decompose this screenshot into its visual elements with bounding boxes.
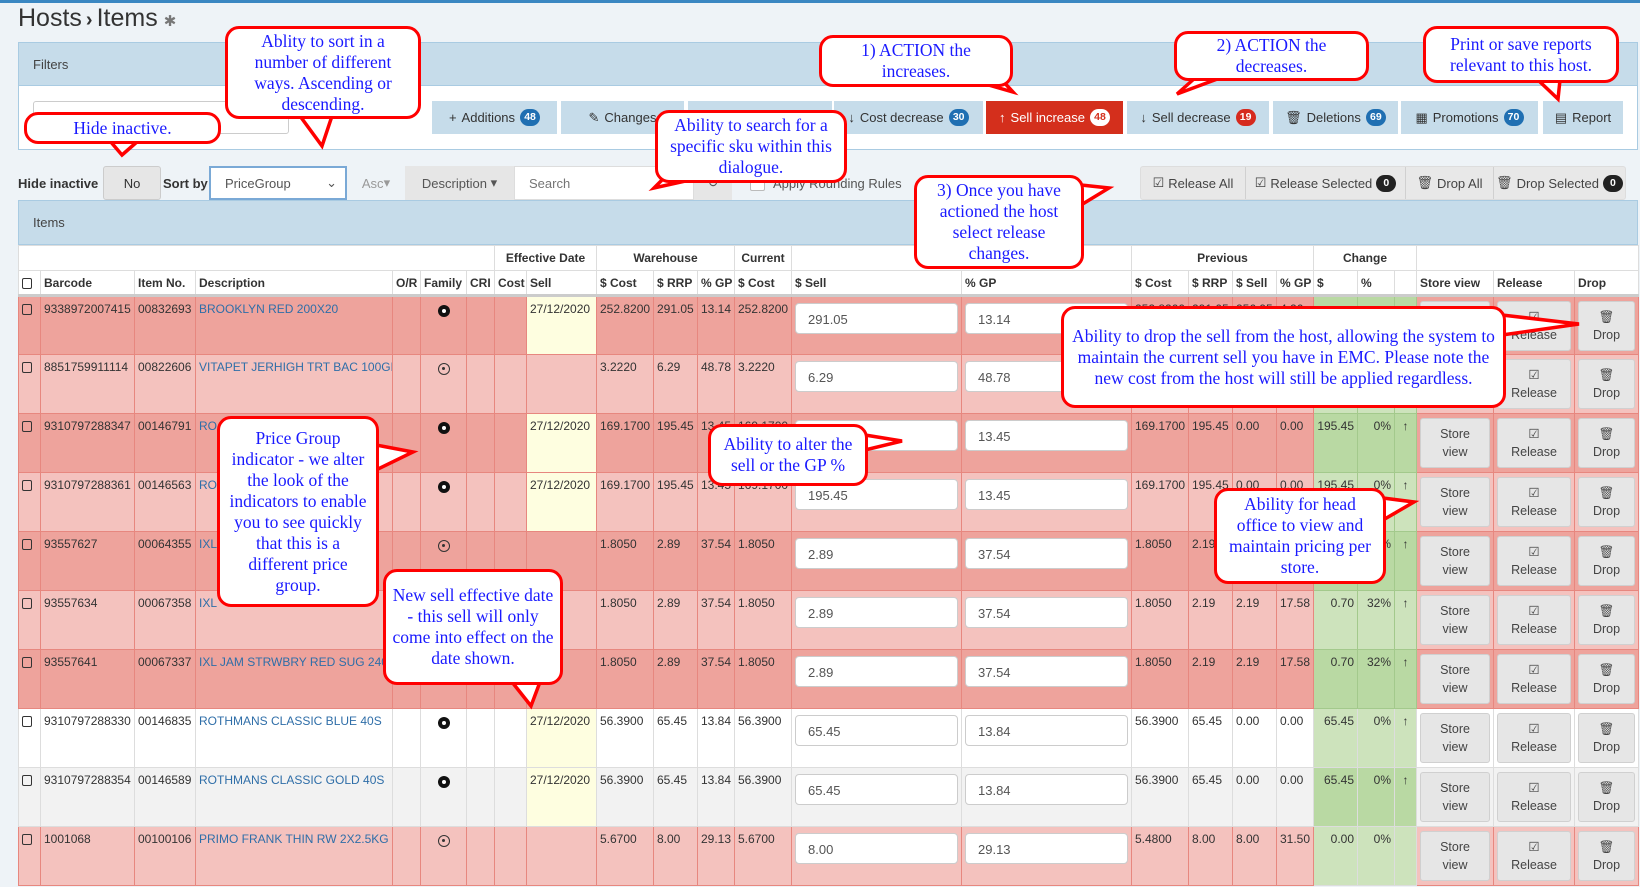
callout-tail-release <box>1079 183 1115 209</box>
callout-sort: Ablity to sort in a number of different … <box>225 26 421 119</box>
callout-tail-sort <box>296 114 335 150</box>
callout-drop-sell: Ability to drop the sell from the host, … <box>1061 306 1506 408</box>
callout-alter-sell: Ability to alter the sell or the GP % <box>708 424 868 486</box>
callout-tail-alter <box>863 432 903 453</box>
callout-search: Ability to search for a specific sku wit… <box>655 110 847 183</box>
callout-tail-pricegroup <box>374 442 419 473</box>
callout-tail-drop <box>1500 313 1580 338</box>
callout-hide-inactive: Hide inactive. <box>24 112 221 144</box>
callout-print-reports: Print or save reports relevant to this h… <box>1423 26 1619 83</box>
callout-release-changes: 3) Once you have actioned the host selec… <box>914 175 1084 269</box>
callout-effective-date: New sell effective date - this sell will… <box>383 569 563 685</box>
callout-tail-headoffice <box>1381 496 1420 524</box>
callout-action-decreases: 2) ACTION the decreases. <box>1174 31 1369 81</box>
callout-head-office: Ability for head office to view and main… <box>1214 488 1386 584</box>
callout-tail-effective <box>508 680 543 710</box>
callout-action-increases: 1) ACTION the increases. <box>819 35 1013 87</box>
callout-price-group: Price Group indicator - we alter the loo… <box>217 416 379 607</box>
